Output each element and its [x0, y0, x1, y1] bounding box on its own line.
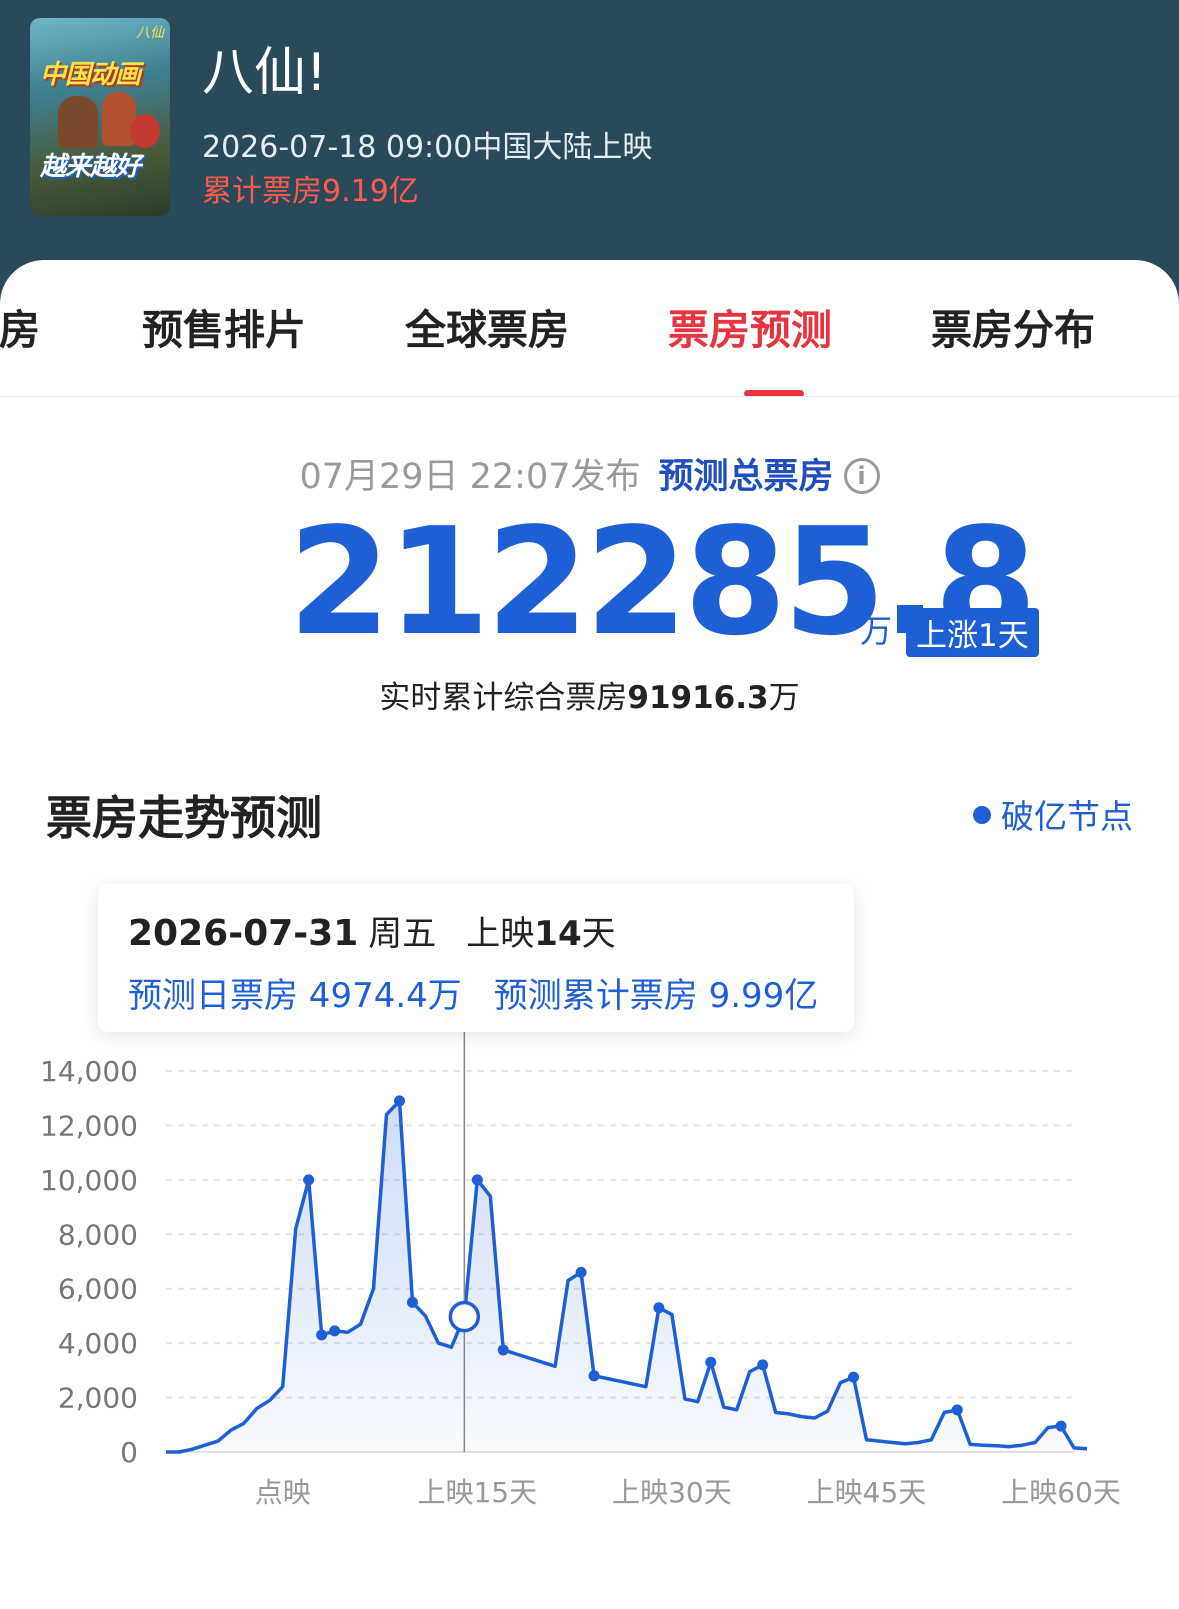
- forecast-unit: 万: [860, 612, 893, 650]
- y-tick-label: 8,000: [58, 1218, 138, 1251]
- data-point: [471, 1174, 483, 1186]
- x-tick-label: 上映15天: [417, 1476, 537, 1509]
- data-point: [316, 1329, 328, 1341]
- tooltip-daily: 预测日票房 4974.4万: [128, 976, 462, 1016]
- chart-legend[interactable]: 破亿节点: [973, 790, 1133, 838]
- data-point: [588, 1370, 600, 1382]
- trend-title: 票房走势预测: [46, 791, 322, 845]
- info-icon[interactable]: i: [843, 458, 880, 494]
- legend-label: 破亿节点: [1001, 797, 1133, 836]
- tab-box-office-forecast[interactable]: 票房预测: [668, 296, 832, 356]
- poster-tag: 八仙: [136, 25, 164, 41]
- tab-divider: [0, 396, 1179, 397]
- tab-box-office[interactable]: 票房: [0, 296, 40, 356]
- realtime-unit: 万: [768, 680, 800, 716]
- data-point: [393, 1095, 405, 1107]
- tab-global-box-office[interactable]: 全球票房: [405, 296, 569, 356]
- y-tick-label: 10,000: [40, 1164, 138, 1197]
- data-point: [653, 1302, 665, 1314]
- movie-poster[interactable]: 八仙 中国动画 越来越好: [30, 18, 170, 216]
- realtime-label: 实时累计综合票房: [379, 680, 628, 716]
- poster-text-top: 中国动画: [40, 60, 141, 90]
- data-point: [303, 1174, 315, 1186]
- tooltip-weekday: 周五: [368, 914, 437, 954]
- highlight-point: [448, 1300, 481, 1333]
- poster-figure: [130, 114, 160, 148]
- data-point: [847, 1371, 859, 1383]
- data-point: [951, 1404, 963, 1416]
- data-point: [497, 1344, 509, 1356]
- tab-presale-schedule[interactable]: 预售排片: [142, 296, 306, 356]
- realtime-box-office: 实时累计综合票房91916.3万: [0, 672, 1179, 717]
- data-point: [329, 1325, 341, 1337]
- tooltip-date: 2026-07-31: [128, 913, 359, 954]
- poster-text-bottom: 越来越好: [40, 152, 141, 182]
- data-point: [406, 1296, 418, 1308]
- x-tick-label: 上映45天: [807, 1476, 927, 1509]
- data-point: [705, 1356, 717, 1368]
- legend-dot-icon: [973, 806, 991, 824]
- total-box-office: 累计票房9.19亿: [202, 174, 419, 209]
- tooltip-day-prefix: 上映: [466, 914, 535, 954]
- tooltip-cumulative: 预测累计票房 9.99亿: [493, 976, 819, 1016]
- poster-figure: [58, 96, 98, 148]
- release-date: 2026-07-18 09:00中国大陆上映: [202, 130, 653, 165]
- x-tick-label: 点映: [255, 1476, 311, 1509]
- y-tick-label: 2,000: [58, 1382, 138, 1415]
- series-area: [166, 1100, 1087, 1452]
- tooltip-day-num: 14: [534, 914, 582, 954]
- rise-badge: 上涨1天: [906, 608, 1039, 657]
- tab-box-office-distribution[interactable]: 票房分布: [931, 296, 1095, 356]
- data-point: [757, 1359, 769, 1371]
- tooltip-day: 上映14天: [466, 914, 615, 954]
- y-tick-label: 12,000: [40, 1109, 138, 1142]
- data-point: [1055, 1420, 1067, 1432]
- tooltip-date-line: 2026-07-31 周五 上映14天: [128, 906, 616, 955]
- data-point: [575, 1266, 587, 1278]
- tooltip-values: 预测日票房 4974.4万 预测累计票房 9.99亿: [128, 968, 818, 1017]
- movie-title: 八仙!: [202, 43, 327, 103]
- y-tick-label: 6,000: [58, 1273, 138, 1306]
- y-tick-label: 4,000: [58, 1327, 138, 1360]
- y-tick-label: 0: [120, 1436, 138, 1469]
- realtime-value: 91916.3: [627, 680, 769, 716]
- publish-time: 07月29日 22:07发布: [299, 457, 641, 497]
- tooltip-day-suffix: 天: [581, 914, 616, 954]
- box-office-trend-chart[interactable]: 0 2,000 4,000 6,000 8,000 10,000 12,000 14,000 点…: [0, 1030, 1179, 1590]
- y-tick-label: 14,000: [40, 1055, 138, 1088]
- chart-tooltip: 2026-07-31 周五 上映14天 预测日票房 4974.4万 预测累计票房 9.…: [98, 884, 854, 1032]
- x-tick-label: 上映30天: [612, 1476, 732, 1509]
- forecast-header: 07月29日 22:07发布 预测总票房 i: [0, 448, 1179, 499]
- forecast-total-label: 预测总票房: [658, 457, 834, 497]
- x-tick-label: 上映60天: [1001, 1476, 1121, 1509]
